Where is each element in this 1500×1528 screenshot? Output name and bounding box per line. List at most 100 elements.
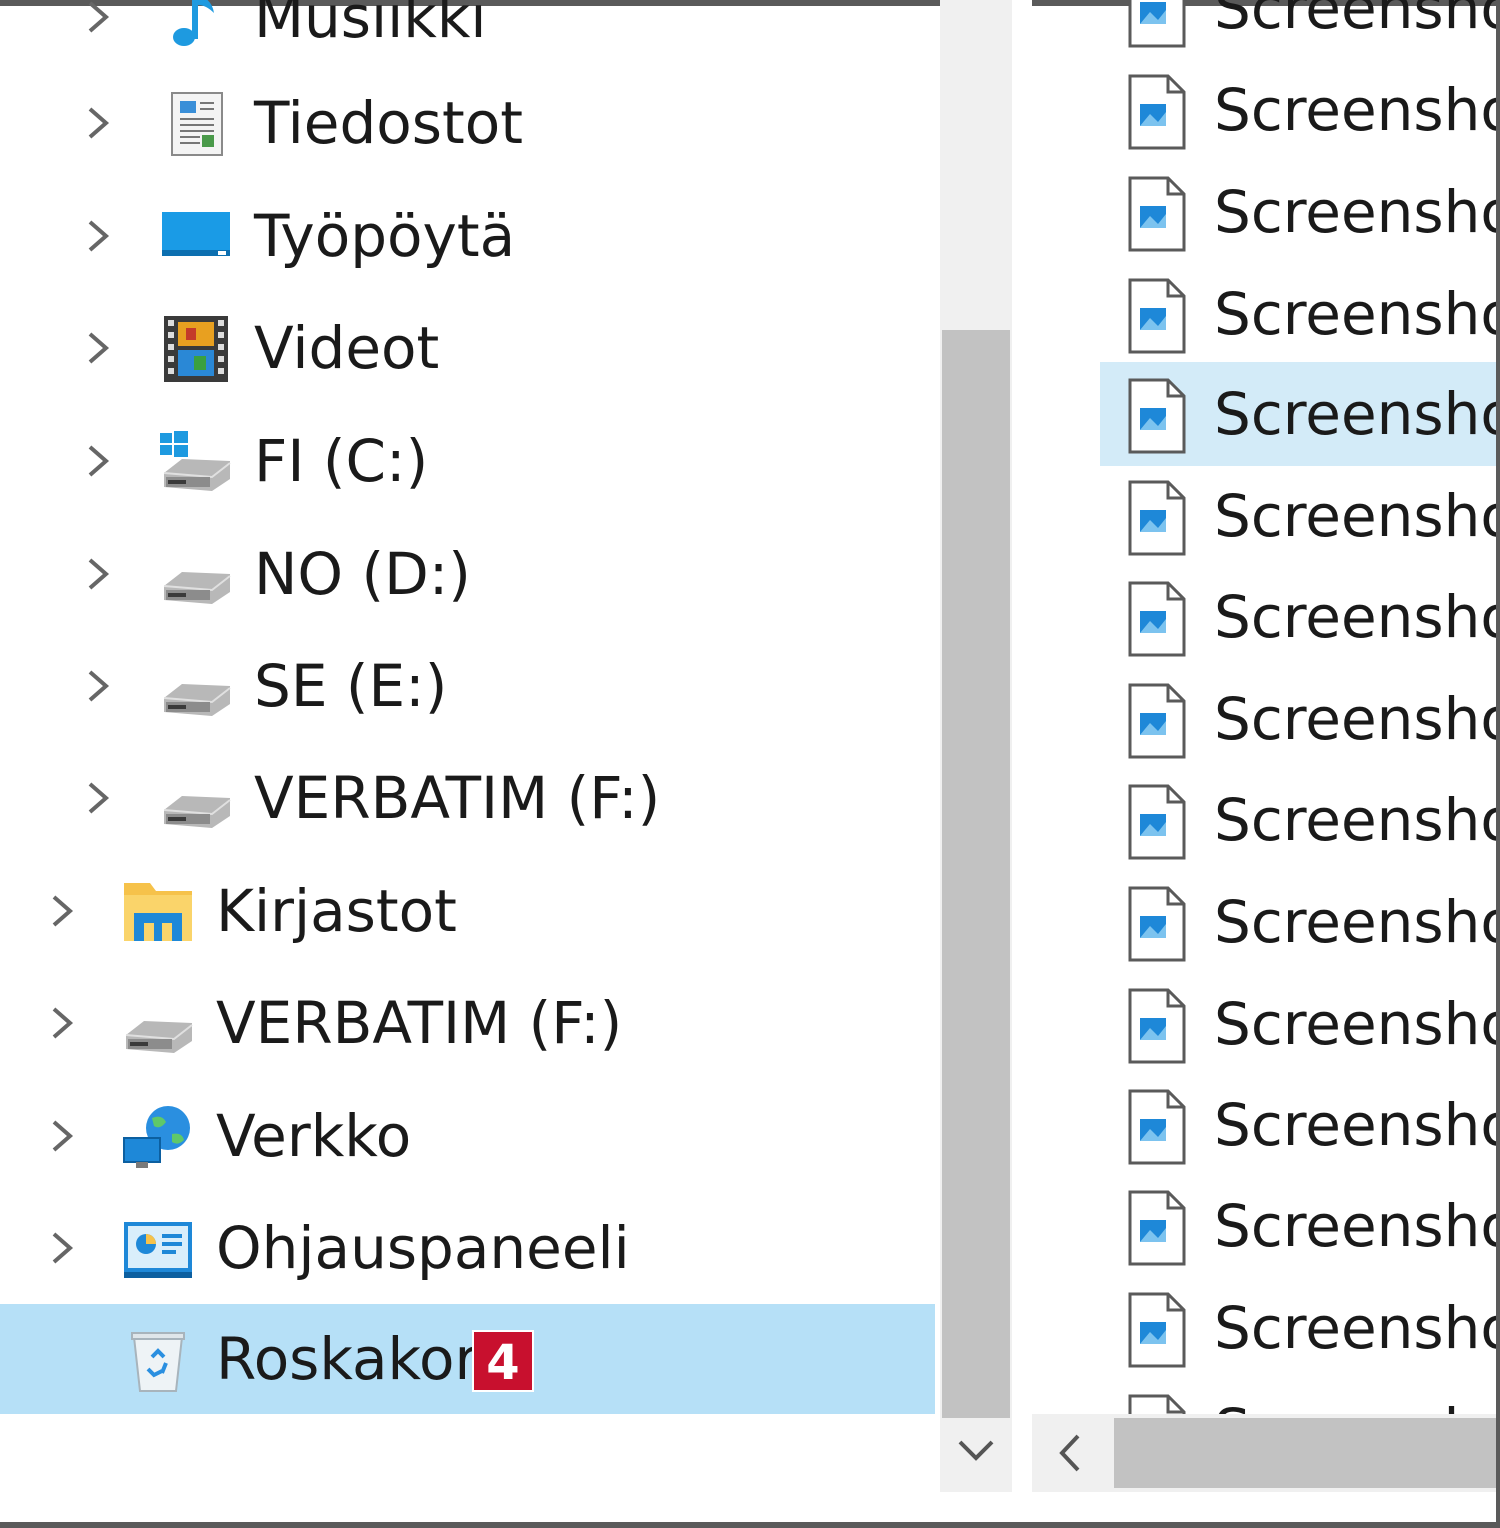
chevron-right-icon[interactable] [40,1226,84,1270]
file-horizontal-scrollbar[interactable] [1032,1414,1500,1492]
nav-item-label: Roskakori [216,1325,495,1393]
file-name: Screenshot_ [1214,1192,1500,1260]
nav-item-verbatim-f[interactable]: VERBATIM (F:) [0,968,935,1078]
file-name: Screenshot_ [1214,1294,1500,1362]
window-frame-right [1496,0,1500,1528]
nav-item-label: Ohjauspaneeli [216,1214,630,1282]
nav-item-label: SE (E:) [254,652,448,720]
window-frame-bottom [0,1522,1500,1528]
chevron-right-icon[interactable] [76,552,120,596]
image-file-icon [1126,683,1188,759]
nav-item-drive-f[interactable]: VERBATIM (F:) [0,743,935,853]
file-name: Screenshot_ [1214,888,1500,956]
nav-item-label: Videot [254,314,440,382]
nav-item-drive-d[interactable]: NO (D:) [0,519,935,629]
file-list-item[interactable]: Screenshot_ [1100,262,1500,366]
nav-item-musiikki[interactable]: Musiikki [0,0,935,72]
image-file-icon [1126,176,1188,252]
file-list-item[interactable]: Screenshot_ [1100,0,1500,60]
documents-icon [160,91,232,157]
windows-drive-icon [160,429,232,495]
file-list-item[interactable]: Screenshot_ [1100,667,1500,771]
image-file-icon [1126,1089,1188,1165]
file-name: Screenshot_ [1214,0,1500,42]
image-file-icon [1126,581,1188,657]
file-name: Screenshot_ [1214,685,1500,753]
file-name: Screenshot_ [1214,178,1500,246]
file-list-item[interactable]: Screenshot_ [1100,1174,1500,1278]
image-file-icon [1126,0,1188,48]
control-panel-icon [122,1216,194,1282]
nav-item-label: NO (D:) [254,540,471,608]
nav-item-ohjauspaneeli[interactable]: Ohjauspaneeli [0,1193,935,1303]
file-list-item[interactable]: Screenshot_ [1100,464,1500,568]
nav-item-tiedostot[interactable]: Tiedostot [0,68,935,178]
nav-item-label: FI (C:) [254,427,429,495]
desktop-icon [160,204,232,270]
pane-divider[interactable] [1012,0,1032,1528]
scroll-left-arrow-icon[interactable] [1044,1424,1096,1482]
chevron-right-icon[interactable] [76,776,120,820]
music-icon [160,0,232,51]
scrollbar-thumb[interactable] [1114,1418,1500,1488]
nav-item-label: VERBATIM (F:) [254,764,661,832]
file-list-item[interactable]: Screenshot_ [1100,768,1500,872]
image-file-icon [1126,1292,1188,1368]
chevron-right-icon[interactable] [76,214,120,258]
nav-item-kirjastot[interactable]: Kirjastot [0,856,935,966]
file-list-item[interactable]: Screenshot_ [1100,972,1500,1076]
navigation-pane: Musiikki Tiedostot Työpöytä Videot FI (C… [0,0,940,1528]
file-list-item[interactable]: Screenshot_ [1100,160,1500,264]
file-name: Screenshot_ [1214,1091,1500,1159]
file-list-item[interactable]: Screenshot_ [1100,1073,1500,1177]
image-file-icon [1126,1394,1188,1414]
nav-item-label: Kirjastot [216,877,457,945]
file-name: Screenshot_ [1214,990,1500,1058]
chevron-right-icon[interactable] [40,1114,84,1158]
image-file-icon [1126,784,1188,860]
scroll-down-arrow-icon[interactable] [950,1420,1002,1482]
drive-icon [160,542,232,608]
nav-item-tyopoyta[interactable]: Työpöytä [0,181,935,291]
file-name: Screenshot_ [1214,280,1500,348]
drive-icon [122,991,194,1057]
nav-item-label: VERBATIM (F:) [216,989,623,1057]
file-list-item[interactable]: Screenshot_ [1100,565,1500,669]
file-name: Screenshot_ [1214,76,1500,144]
file-name: Screenshot_ [1214,1392,1500,1414]
image-file-icon [1126,480,1188,556]
chevron-right-icon[interactable] [40,1001,84,1045]
file-list-item[interactable]: Screenshot_ [1100,1378,1500,1414]
chevron-right-icon[interactable] [76,664,120,708]
videos-icon [160,316,232,382]
image-file-icon [1126,1190,1188,1266]
chevron-right-icon[interactable] [76,326,120,370]
image-file-icon [1126,278,1188,354]
file-list-item-selected[interactable]: Screenshot_ [1100,362,1500,466]
chevron-right-icon[interactable] [76,101,120,145]
nav-item-verkko[interactable]: Verkko [0,1081,935,1191]
file-name: Screenshot_ [1214,482,1500,550]
file-name: Screenshot_ [1214,380,1500,448]
drive-icon [160,766,232,832]
nav-item-drive-c[interactable]: FI (C:) [0,406,935,516]
scrollbar-thumb[interactable] [942,330,1010,1418]
file-list-item[interactable]: Screenshot_ [1100,870,1500,974]
file-list-item[interactable]: Screenshot_ [1100,58,1500,162]
chevron-right-icon[interactable] [76,439,120,483]
file-name: Screenshot_ [1214,583,1500,651]
nav-item-roskakori[interactable]: Roskakori 4 [0,1304,935,1414]
nav-item-videot[interactable]: Videot [0,293,935,403]
libraries-icon [122,879,194,945]
network-icon [122,1104,194,1170]
chevron-right-icon[interactable] [40,889,84,933]
file-name: Screenshot_ [1214,786,1500,854]
nav-item-drive-e[interactable]: SE (E:) [0,631,935,741]
nav-vertical-scrollbar[interactable] [940,0,1012,1492]
image-file-icon [1126,886,1188,962]
chevron-right-icon[interactable] [76,0,120,39]
file-list-item[interactable]: Screenshot_ [1100,1276,1500,1380]
nav-item-label: Verkko [216,1102,412,1170]
nav-item-label: Tiedostot [254,89,523,157]
drive-icon [160,654,232,720]
